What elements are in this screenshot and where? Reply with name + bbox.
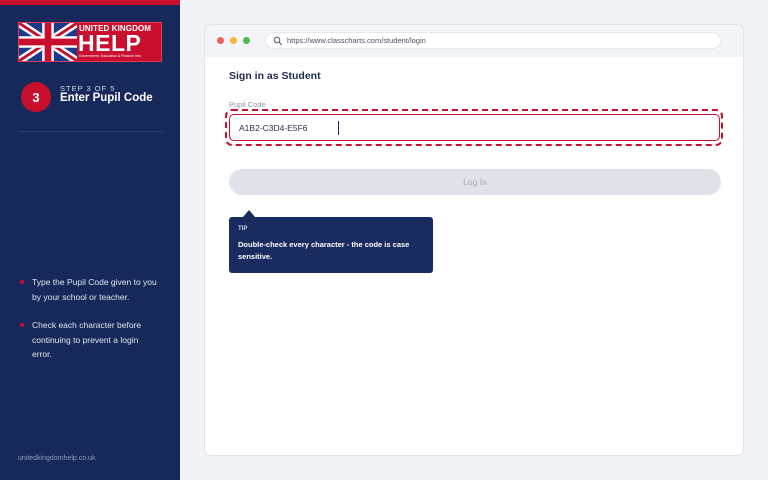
bullet-dot-icon (20, 323, 24, 327)
instruction-text: Check each character before continuing t… (32, 320, 142, 359)
text-caret (338, 121, 339, 135)
tip-label: TIP (238, 226, 248, 232)
address-url: https://www.classcharts.com/student/logi… (287, 36, 426, 45)
pupil-code-input[interactable]: A1B2-C3D4-E5F6 (229, 114, 720, 141)
top-accent-bar (0, 0, 180, 5)
address-bar[interactable]: https://www.classcharts.com/student/logi… (265, 32, 721, 49)
logo-text: UNITED KINGDOM HELP Government, Educatio… (77, 23, 161, 61)
bullet-dot-icon (20, 280, 24, 284)
step-title: Enter Pupil Code (60, 92, 153, 104)
pupil-code-label: Pupil Code (229, 100, 266, 109)
tip-tooltip: TIP Double-check every character - the c… (229, 210, 433, 273)
instruction-item: Check each character before continuing t… (20, 318, 160, 362)
login-button[interactable]: Log In (229, 169, 721, 195)
tooltip-arrow (243, 210, 255, 217)
step-number-badge: 3 (21, 82, 51, 112)
search-icon (273, 36, 283, 46)
minimize-window-dot[interactable] (230, 37, 237, 44)
instruction-text: Type the Pupil Code given to you by your… (32, 277, 157, 302)
footer-url[interactable]: unitedkingdomhelp.co.uk (18, 455, 95, 462)
logo-line-help: HELP (78, 30, 142, 56)
browser-window: https://www.classcharts.com/student/logi… (204, 24, 744, 456)
tip-text: Double-check every character - the code … (238, 240, 410, 261)
sidebar: UNITED KINGDOM HELP Government, Educatio… (0, 0, 180, 480)
close-window-dot[interactable] (217, 37, 224, 44)
sidebar-divider (18, 131, 162, 132)
logo-tagline: Government, Education & Finance Info (79, 54, 141, 58)
maximize-window-dot[interactable] (243, 37, 250, 44)
instruction-list: Type the Pupil Code given to you by your… (20, 275, 160, 376)
instruction-item: Type the Pupil Code given to you by your… (20, 275, 160, 304)
site-logo[interactable]: UNITED KINGDOM HELP Government, Educatio… (18, 22, 162, 62)
browser-toolbar: https://www.classcharts.com/student/logi… (205, 25, 743, 57)
page-title: Sign in as Student (229, 70, 321, 82)
pupil-code-value: A1B2-C3D4-E5F6 (239, 123, 308, 133)
union-jack-flag-icon (19, 23, 77, 61)
